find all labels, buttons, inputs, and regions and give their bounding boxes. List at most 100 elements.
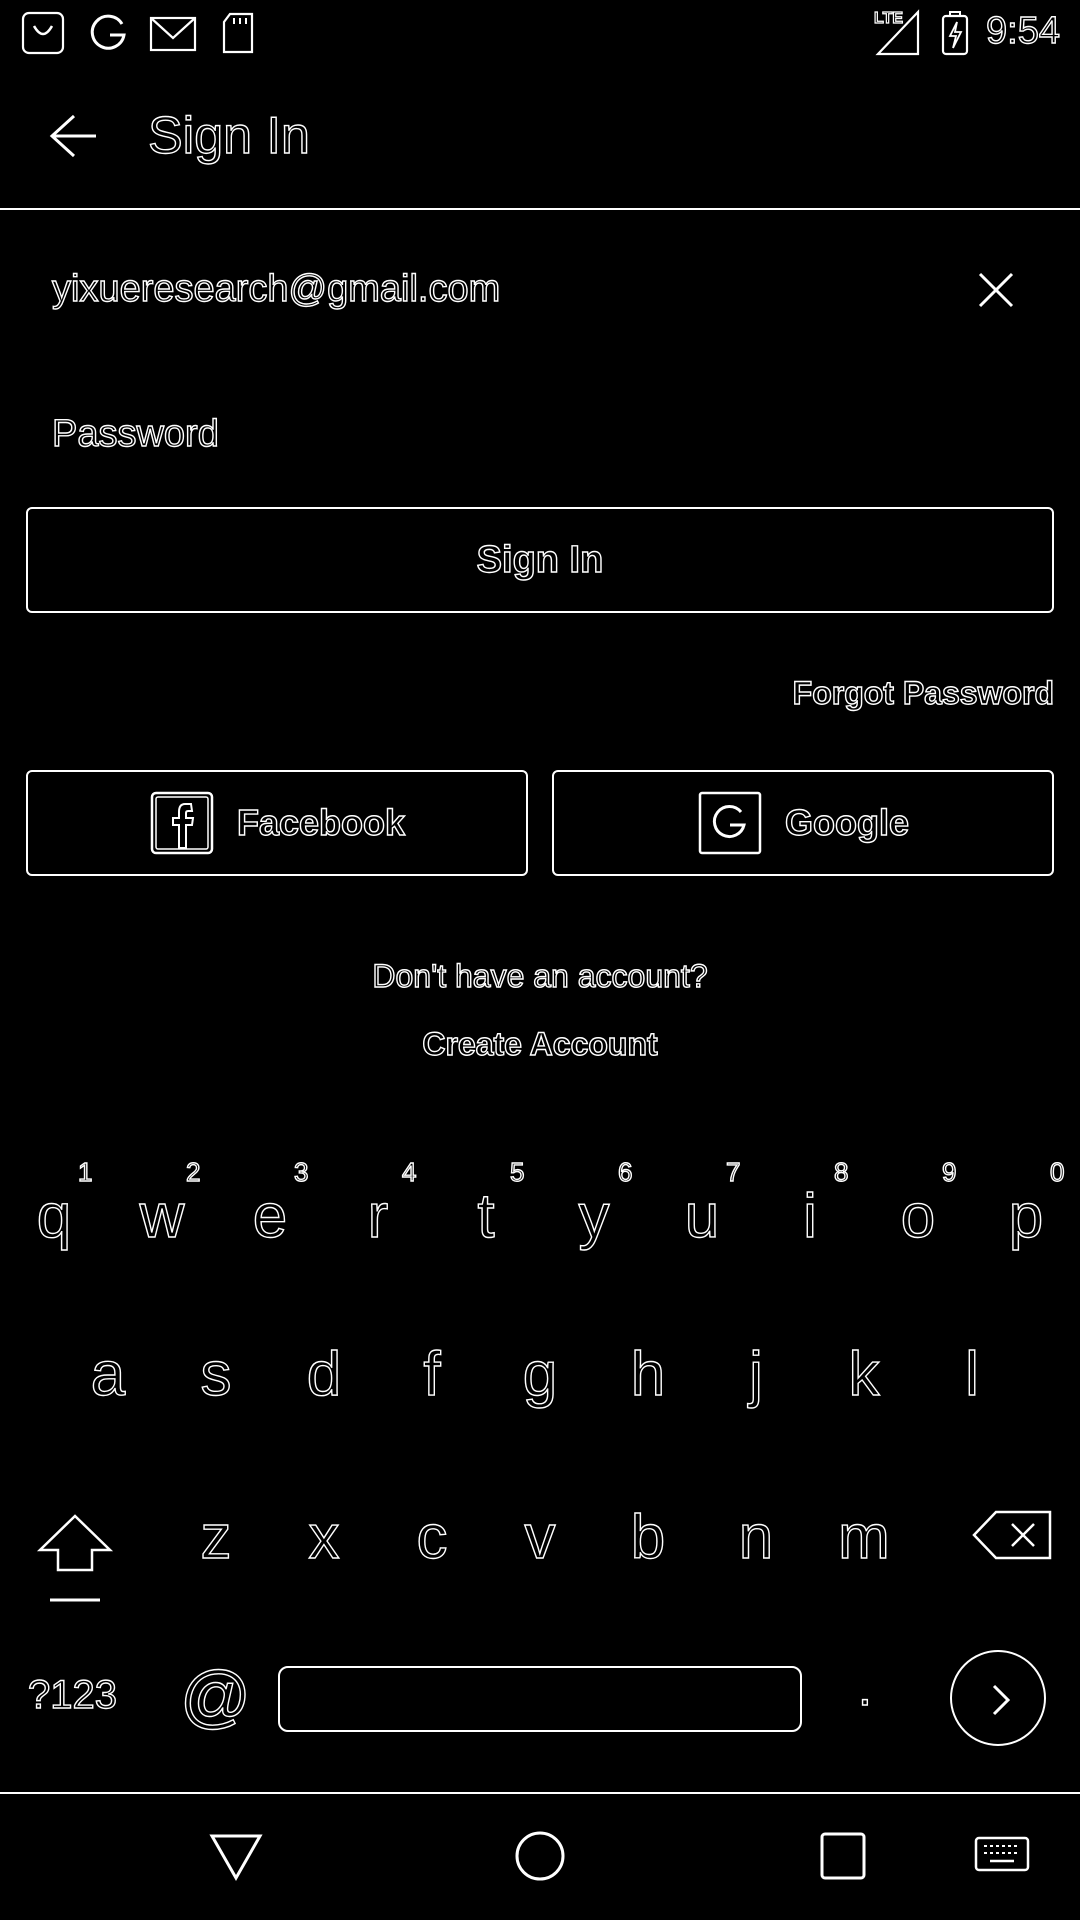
email-field[interactable]: yixueresearch@gmail.com — [26, 250, 1054, 330]
key-hint: 3 — [293, 1157, 309, 1187]
key-hint: 1 — [77, 1157, 93, 1187]
key-hint: 2 — [185, 1157, 201, 1187]
key-j[interactable]: j — [702, 1320, 810, 1430]
soft-keyboard: 1q2w3e4r5t6y7u8i9o0p asdfghjkl zxcvbnm ?… — [0, 1130, 1080, 1790]
key-z[interactable]: z — [162, 1485, 270, 1595]
key-hint: 4 — [401, 1157, 417, 1187]
key-k[interactable]: k — [810, 1320, 918, 1430]
key-hint: 7 — [725, 1157, 741, 1187]
status-bar: LTE 9:54 — [0, 0, 1080, 64]
key-v[interactable]: v — [486, 1485, 594, 1595]
key-label: o — [900, 1181, 936, 1251]
arrow-left-icon — [49, 114, 96, 158]
lte-signal-icon: LTE — [872, 8, 922, 58]
key-d[interactable]: d — [270, 1320, 378, 1430]
google-label: Google — [784, 801, 909, 843]
key-x[interactable]: x — [270, 1485, 378, 1595]
keyboard-icon — [974, 1836, 1030, 1872]
nav-home-button[interactable] — [510, 1826, 570, 1886]
clear-email-button[interactable] — [972, 266, 1020, 314]
facebook-icon — [150, 791, 214, 855]
sign-in-button-label: Sign In — [476, 538, 604, 581]
key-p[interactable]: 0p — [972, 1157, 1080, 1270]
key-label: q — [36, 1181, 72, 1251]
key-label: m — [837, 1502, 890, 1572]
back-button[interactable] — [40, 104, 104, 168]
at-key[interactable]: @ — [179, 1657, 251, 1734]
nav-recents-button[interactable] — [812, 1826, 872, 1886]
key-label: i — [802, 1181, 817, 1251]
bag-icon — [20, 10, 70, 56]
no-account-text: Don't have an account? — [372, 957, 709, 994]
space-key[interactable] — [278, 1666, 802, 1732]
google-icon — [698, 791, 762, 855]
key-s[interactable]: s — [162, 1320, 270, 1430]
sign-in-button[interactable]: Sign In — [26, 507, 1054, 613]
backspace-icon — [972, 1510, 1052, 1560]
nav-back-button[interactable] — [206, 1826, 266, 1886]
key-label: r — [367, 1181, 389, 1251]
key-o[interactable]: 9o — [864, 1157, 972, 1270]
key-a[interactable]: a — [54, 1320, 162, 1430]
network-label: LTE — [873, 9, 904, 27]
key-y[interactable]: 6y — [540, 1157, 648, 1270]
key-f[interactable]: f — [378, 1320, 486, 1430]
key-label: h — [630, 1339, 666, 1409]
key-m[interactable]: m — [810, 1485, 918, 1595]
go-key[interactable] — [950, 1650, 1046, 1746]
key-label: d — [306, 1339, 342, 1409]
shift-icon — [36, 1514, 114, 1602]
shift-key[interactable] — [30, 1500, 120, 1610]
key-q[interactable]: 1q — [0, 1157, 108, 1270]
system-nav-bar — [0, 1792, 1080, 1920]
key-n[interactable]: n — [702, 1485, 810, 1595]
symbols-key[interactable]: ?123 — [27, 1670, 117, 1720]
key-r[interactable]: 4r — [324, 1157, 432, 1270]
key-c[interactable]: c — [378, 1485, 486, 1595]
key-label: w — [139, 1181, 185, 1251]
key-h[interactable]: h — [594, 1320, 702, 1430]
backspace-key[interactable] — [968, 1500, 1058, 1570]
facebook-sign-in-button[interactable]: Facebook — [26, 770, 528, 876]
key-hint: 0 — [1049, 1157, 1065, 1187]
status-time: 9:54 — [985, 9, 1060, 52]
facebook-label: Facebook — [236, 801, 406, 843]
forgot-password-link[interactable]: Forgot Password — [792, 672, 1055, 714]
key-label: n — [738, 1502, 774, 1572]
sd-card-icon — [218, 10, 268, 56]
key-label: p — [1008, 1181, 1044, 1251]
home-circle-icon — [515, 1831, 565, 1881]
password-field[interactable]: Password — [26, 395, 1054, 475]
key-label: u — [684, 1181, 720, 1251]
key-g[interactable]: g — [486, 1320, 594, 1430]
password-placeholder: Password — [51, 412, 219, 455]
recents-square-icon — [820, 1832, 866, 1880]
key-label: v — [524, 1502, 556, 1572]
key-e[interactable]: 3e — [216, 1157, 324, 1270]
nav-keyboard-button[interactable] — [972, 1826, 1032, 1886]
key-label: e — [252, 1181, 288, 1251]
close-icon — [978, 272, 1014, 308]
key-w[interactable]: 2w — [108, 1157, 216, 1270]
mail-icon — [148, 10, 198, 56]
key-label: g — [522, 1339, 558, 1409]
period-key[interactable]: . — [850, 1650, 880, 1726]
key-i[interactable]: 8i — [756, 1157, 864, 1270]
key-label: l — [964, 1339, 979, 1409]
google-icon — [86, 10, 136, 56]
battery-charging-icon — [940, 10, 970, 56]
email-value: yixueresearch@gmail.com — [51, 267, 501, 310]
key-u[interactable]: 7u — [648, 1157, 756, 1270]
key-label: t — [477, 1181, 496, 1251]
key-hint: 6 — [617, 1157, 633, 1187]
google-sign-in-button[interactable]: Google — [552, 770, 1054, 876]
key-l[interactable]: l — [918, 1320, 1026, 1430]
key-b[interactable]: b — [594, 1485, 702, 1595]
key-label: k — [848, 1339, 880, 1409]
key-hint: 9 — [941, 1157, 957, 1187]
key-t[interactable]: 5t — [432, 1157, 540, 1270]
create-account-link[interactable]: Create Account — [0, 1022, 1080, 1066]
key-hint: 8 — [833, 1157, 849, 1187]
app-bar: Sign In — [0, 64, 1080, 210]
key-label: a — [90, 1339, 126, 1409]
